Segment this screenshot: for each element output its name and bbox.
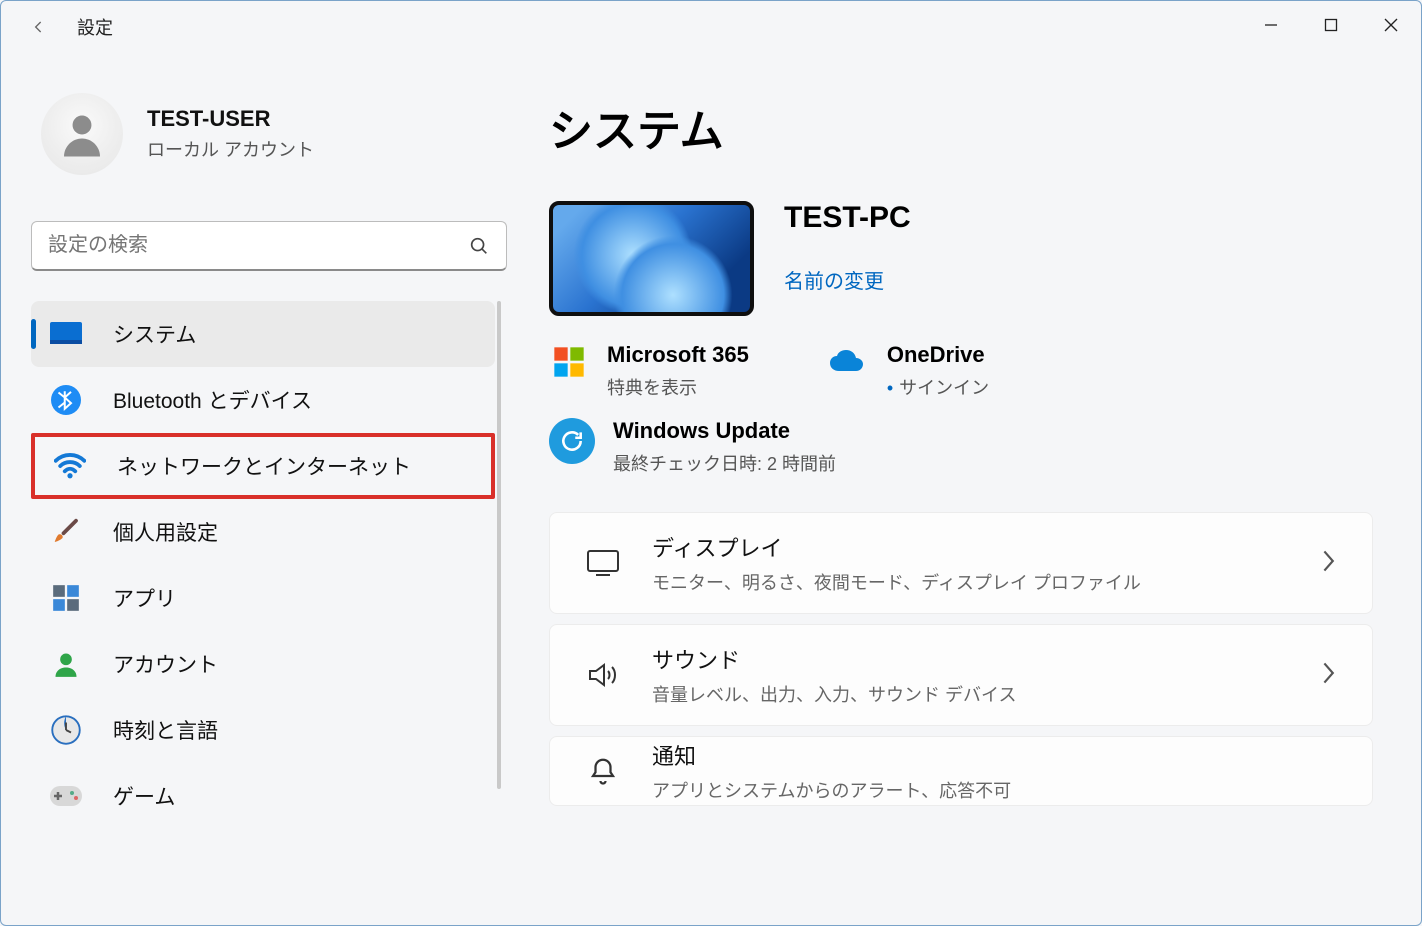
chevron-right-icon: [1320, 661, 1336, 690]
sidebar-item-system[interactable]: システム: [31, 301, 495, 367]
app-title: 設定: [77, 14, 113, 40]
card-subtitle: 最終チェック日時: 2 時間前: [613, 450, 836, 476]
pc-name: TEST-PC: [784, 201, 911, 235]
search-input[interactable]: [31, 221, 507, 271]
user-profile[interactable]: TEST-USER ローカル アカウント: [31, 93, 515, 175]
bluetooth-icon: [49, 383, 83, 417]
avatar: [41, 93, 123, 175]
search-icon: [468, 235, 490, 257]
sidebar-item-label: 個人用設定: [113, 517, 218, 547]
sidebar-item-label: アプリ: [113, 583, 176, 613]
sidebar-item-network[interactable]: ネットワークとインターネット: [31, 433, 495, 499]
card-title: OneDrive: [887, 342, 989, 368]
rename-link[interactable]: 名前の変更: [784, 265, 911, 294]
row-title: 通知: [652, 739, 1336, 771]
sidebar-item-label: システム: [113, 319, 196, 349]
display-icon: [584, 544, 622, 582]
row-display[interactable]: ディスプレイ モニター、明るさ、夜間モード、ディスプレイ プロファイル: [549, 512, 1373, 614]
chevron-right-icon: [1320, 549, 1336, 578]
sidebar-item-time-language[interactable]: 時刻と言語: [31, 697, 495, 763]
onedrive-icon: [829, 342, 869, 382]
sidebar-item-label: ネットワークとインターネット: [117, 451, 411, 481]
row-notifications[interactable]: 通知 アプリとシステムからのアラート、応答不可: [549, 736, 1373, 806]
card-title: Microsoft 365: [607, 342, 749, 368]
ms365-icon: [549, 342, 589, 382]
window-controls: [1241, 1, 1421, 49]
apps-icon: [49, 581, 83, 615]
sidebar-item-label: ゲーム: [113, 781, 175, 811]
clock-icon: [49, 713, 83, 747]
row-sound[interactable]: サウンド 音量レベル、出力、入力、サウンド デバイス: [549, 624, 1373, 726]
sidebar-item-bluetooth[interactable]: Bluetooth とデバイス: [31, 367, 495, 433]
card-onedrive[interactable]: OneDrive •サインイン: [829, 342, 989, 400]
card-subtitle: •サインイン: [887, 374, 989, 400]
sidebar-item-personalization[interactable]: 個人用設定: [31, 499, 495, 565]
settings-list: ディスプレイ モニター、明るさ、夜間モード、ディスプレイ プロファイル サウンド…: [549, 512, 1373, 806]
row-subtitle: 音量レベル、出力、入力、サウンド デバイス: [652, 681, 1320, 707]
update-icon: [549, 418, 595, 464]
row-title: ディスプレイ: [652, 531, 1320, 563]
back-icon[interactable]: [29, 17, 49, 37]
page-title: システム: [549, 95, 1373, 159]
minimize-button[interactable]: [1241, 1, 1301, 49]
brush-icon: [49, 515, 83, 549]
sidebar-nav: システム Bluetooth とデバイス ネットワークとインターネット 個人用設…: [31, 301, 515, 829]
wifi-icon: [53, 449, 87, 483]
sidebar-item-label: Bluetooth とデバイス: [113, 385, 312, 415]
card-title: Windows Update: [613, 418, 836, 444]
sidebar-item-gaming[interactable]: ゲーム: [31, 763, 495, 829]
card-windows-update[interactable]: Windows Update 最終チェック日時: 2 時間前: [549, 418, 1373, 476]
maximize-button[interactable]: [1301, 1, 1361, 49]
bell-icon: [584, 752, 622, 790]
user-name: TEST-USER: [147, 106, 314, 132]
sidebar-item-label: 時刻と言語: [113, 715, 218, 745]
sidebar-item-accounts[interactable]: アカウント: [31, 631, 495, 697]
close-button[interactable]: [1361, 1, 1421, 49]
card-microsoft365[interactable]: Microsoft 365 特典を表示: [549, 342, 749, 400]
sidebar-item-label: アカウント: [113, 649, 218, 679]
row-title: サウンド: [652, 643, 1320, 675]
sidebar: TEST-USER ローカル アカウント システム Bluetooth とデバイ…: [1, 53, 521, 925]
row-subtitle: アプリとシステムからのアラート、応答不可: [652, 777, 1336, 803]
desktop-thumbnail[interactable]: [549, 201, 754, 316]
sound-icon: [584, 656, 622, 694]
scrollbar[interactable]: [497, 301, 501, 789]
search-field[interactable]: [48, 234, 468, 257]
game-icon: [49, 779, 83, 813]
title-bar: 設定: [1, 1, 1421, 53]
system-icon: [49, 317, 83, 351]
user-subtitle: ローカル アカウント: [147, 136, 314, 162]
main-content: システム TEST-PC 名前の変更 Microsoft 365 特典を表示 O…: [521, 53, 1421, 925]
sidebar-item-apps[interactable]: アプリ: [31, 565, 495, 631]
account-icon: [49, 647, 83, 681]
row-subtitle: モニター、明るさ、夜間モード、ディスプレイ プロファイル: [652, 569, 1320, 595]
card-subtitle: 特典を表示: [607, 374, 749, 400]
